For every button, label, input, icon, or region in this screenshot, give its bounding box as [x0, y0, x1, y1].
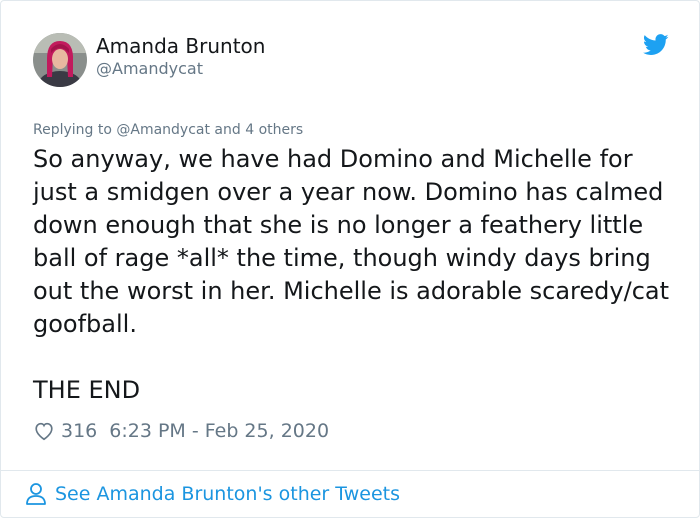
tweet-card: Amanda Brunton @Amandycat Replying to @A… [0, 0, 700, 518]
timestamp[interactable]: 6:23 PM - Feb 25, 2020 [109, 420, 329, 442]
twitter-bird-icon[interactable] [642, 34, 669, 56]
heart-icon[interactable] [33, 420, 55, 442]
tweet-text: So anyway, we have had Domino and Michel… [33, 145, 669, 404]
divider [1, 470, 699, 471]
author-name[interactable]: Amanda Brunton [96, 33, 265, 59]
see-other-tweets-label: See Amanda Brunton's other Tweets [55, 483, 401, 505]
author-handle[interactable]: @Amandycat [96, 58, 203, 80]
like-count[interactable]: 316 [61, 420, 97, 442]
see-other-tweets-link[interactable]: See Amanda Brunton's other Tweets [25, 480, 400, 508]
person-icon [25, 482, 47, 506]
avatar[interactable] [33, 33, 87, 87]
tweet-meta: 316 6:23 PM - Feb 25, 2020 [33, 417, 329, 445]
replying-to[interactable]: Replying to @Amandycat and 4 others [33, 120, 303, 140]
